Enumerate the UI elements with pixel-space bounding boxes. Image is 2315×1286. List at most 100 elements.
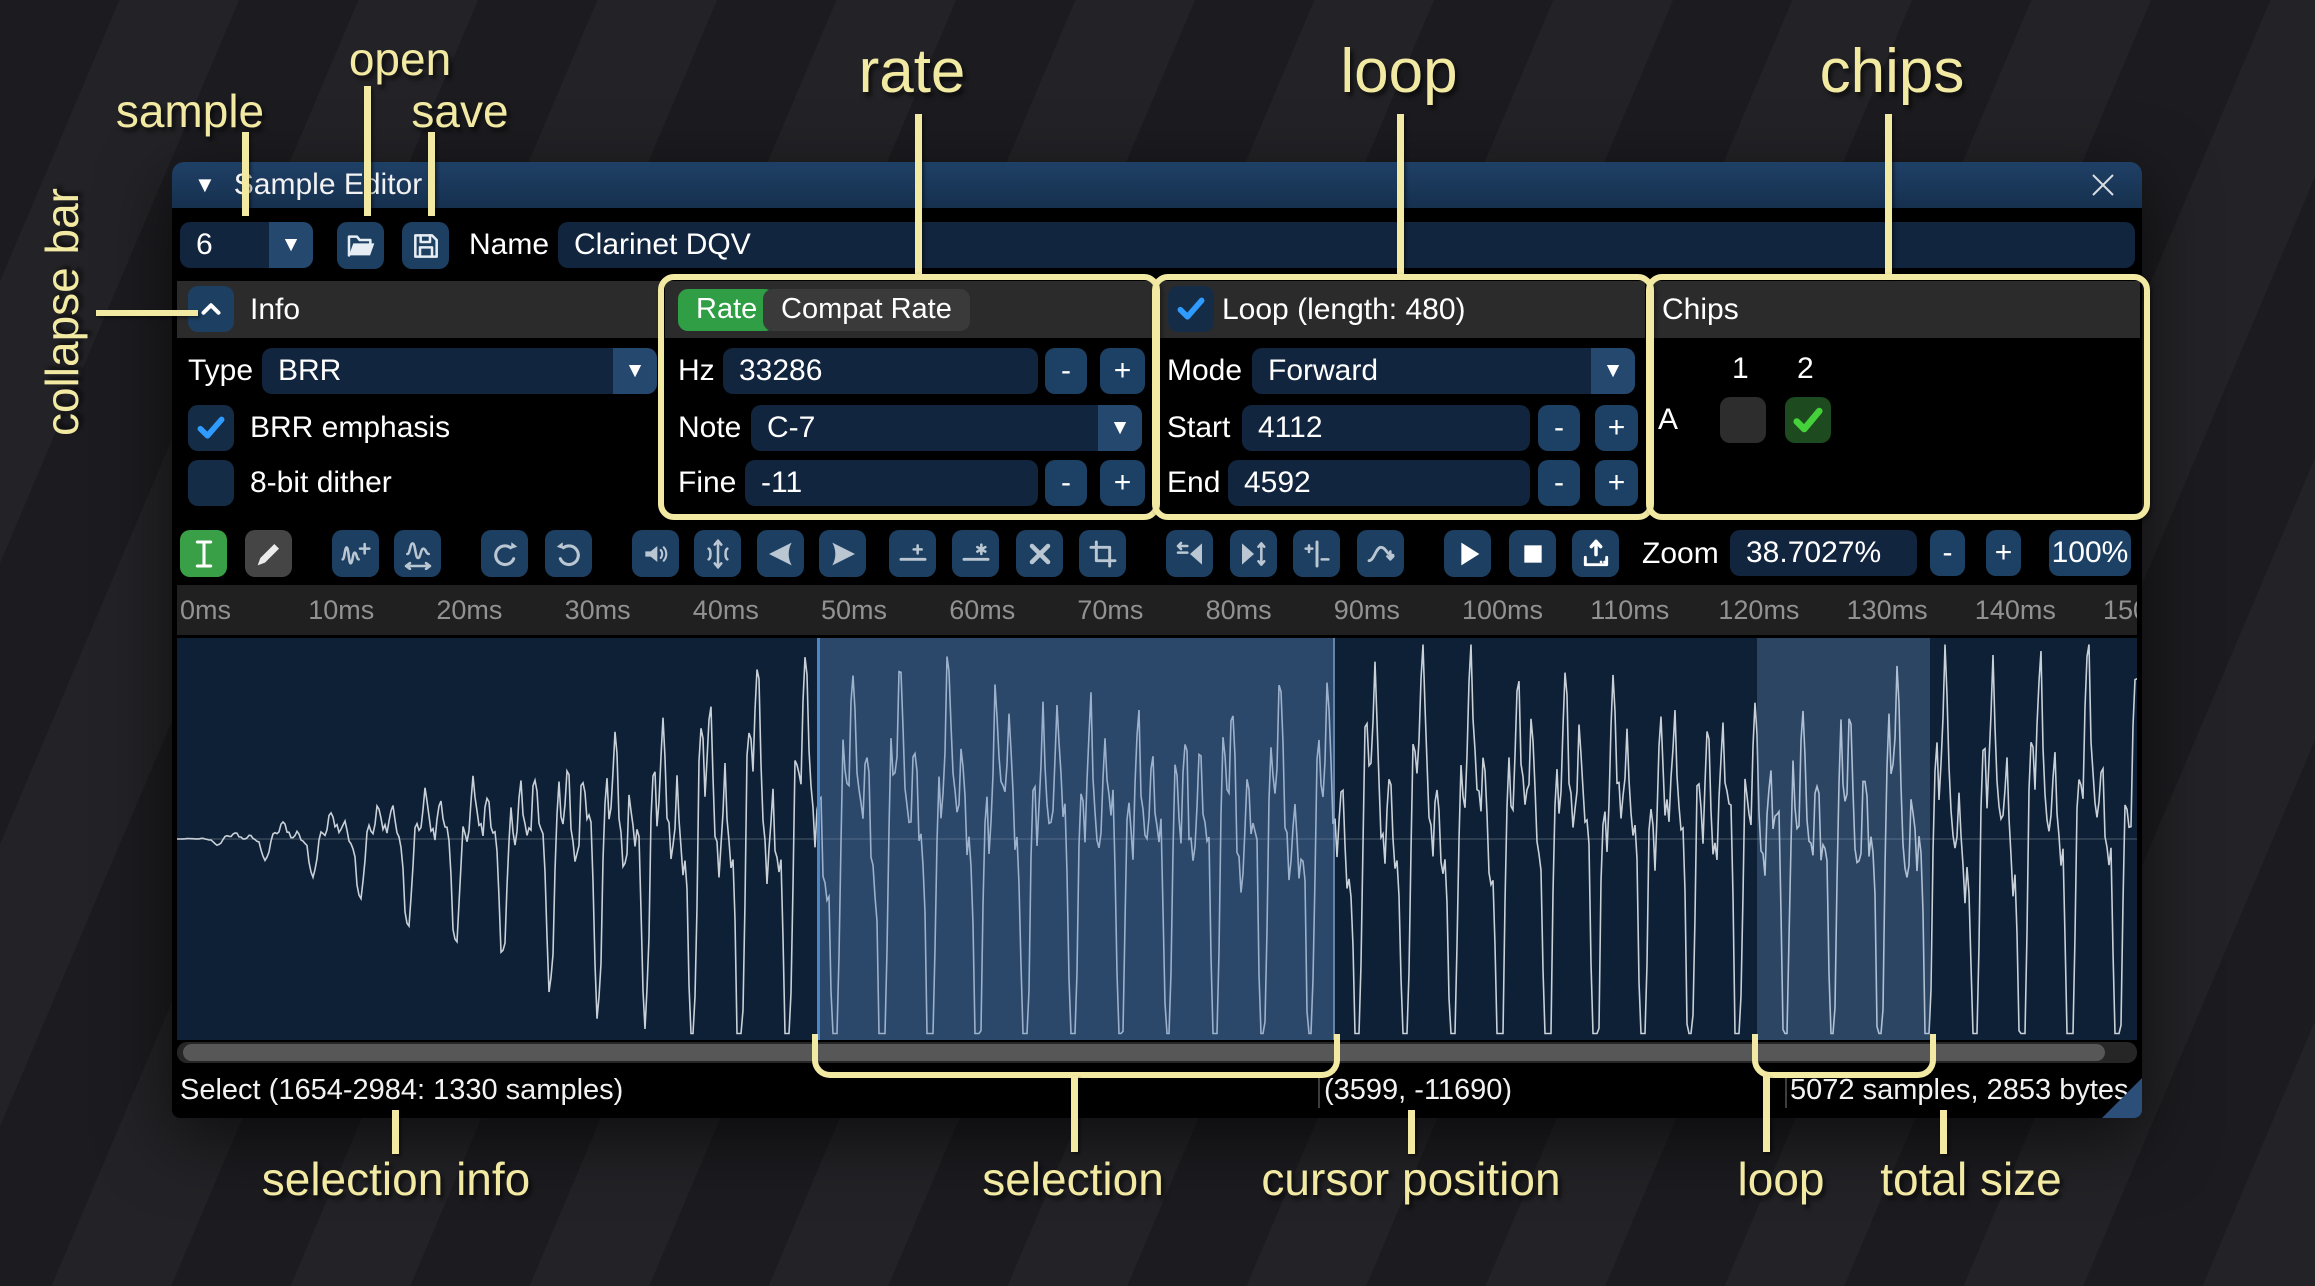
apply-silence-button[interactable] xyxy=(952,530,999,577)
timeline-tick-label: 110ms xyxy=(1590,595,1669,626)
line-plus-icon xyxy=(897,538,929,570)
waveform-display[interactable] xyxy=(177,638,2137,1040)
open-button[interactable] xyxy=(337,222,384,269)
draw-tool-button[interactable] xyxy=(245,530,292,577)
close-icon[interactable] xyxy=(2086,168,2120,202)
dither-checkbox[interactable] xyxy=(188,460,234,506)
collapse-bar-button[interactable] xyxy=(188,286,234,332)
timeline-tick-label: 20ms xyxy=(436,595,502,626)
chevron-down-icon: ▼ xyxy=(613,348,657,394)
dc-offset-button[interactable] xyxy=(1293,530,1340,577)
pencil-icon xyxy=(253,538,285,570)
trim-button[interactable] xyxy=(1079,530,1126,577)
stretch-wave-button[interactable] xyxy=(394,530,441,577)
wave-vertical-arrows-icon xyxy=(702,538,734,570)
screenshot-root: { "annotations": { "sample": "sample", "… xyxy=(0,0,2315,1286)
loop-region[interactable] xyxy=(1757,638,1930,1040)
delete-button[interactable] xyxy=(1016,530,1063,577)
annotation-line-open xyxy=(364,86,371,216)
chevron-down-icon: ▼ xyxy=(269,222,313,268)
fade-in-icon xyxy=(765,538,797,570)
window-collapse-icon[interactable]: ▼ xyxy=(194,172,216,198)
curve-arrow-icon xyxy=(1365,538,1397,570)
timeline-tick-label: 0ms xyxy=(180,595,231,626)
timeline-tick-label: 60ms xyxy=(949,595,1015,626)
insert-silence-button[interactable] xyxy=(889,530,936,577)
amplify-button[interactable] xyxy=(694,530,741,577)
annotation-line-loop xyxy=(1397,114,1404,276)
annotation-cursor-position: cursor position xyxy=(1261,1152,1560,1206)
name-input[interactable]: Clarinet DQV xyxy=(558,222,2135,268)
x-icon xyxy=(1024,538,1056,570)
wave-updown-icon xyxy=(1238,538,1270,570)
annotation-collapse-bar: collapse bar xyxy=(35,167,89,457)
annotation-line-sample xyxy=(242,132,249,216)
type-value: BRR xyxy=(262,348,657,394)
annotation-box-loop xyxy=(1152,274,1654,520)
floppy-disk-icon xyxy=(410,230,442,262)
save-button[interactable] xyxy=(402,222,449,269)
timeline-tick-label: 50ms xyxy=(821,595,887,626)
resample-button[interactable] xyxy=(1230,530,1277,577)
timeline-tick-label: 100ms xyxy=(1462,595,1543,626)
annotation-save: save xyxy=(411,84,508,138)
stop-icon xyxy=(1517,538,1549,570)
timeline-tick-label: 90ms xyxy=(1334,595,1400,626)
annotation-line-collapse-bar xyxy=(96,310,198,316)
check-icon xyxy=(194,411,228,445)
annotation-line-chips xyxy=(1885,114,1892,276)
annotation-selection: selection xyxy=(982,1152,1164,1206)
select-tool-button[interactable] xyxy=(180,530,227,577)
annotation-loop-bottom: loop xyxy=(1738,1152,1825,1206)
timeline-tick-label: 120ms xyxy=(1718,595,1799,626)
timeline-tick-label: 70ms xyxy=(1077,595,1143,626)
plus-minus-line-icon xyxy=(1301,538,1333,570)
zoom-value: 38.7027% xyxy=(1730,530,1917,576)
total-size-text: 5072 samples, 2853 bytes xyxy=(1790,1074,2129,1107)
zoom-reset-button[interactable]: 100% xyxy=(2049,530,2131,576)
undo-icon xyxy=(489,538,521,570)
line-asterisk-icon xyxy=(960,538,992,570)
timeline-ruler[interactable]: 0ms10ms20ms30ms40ms50ms60ms70ms80ms90ms1… xyxy=(177,585,2137,635)
insert-wave-button[interactable] xyxy=(332,530,379,577)
cursor-position-text: (3599, -11690) xyxy=(1324,1074,1512,1107)
export-button[interactable] xyxy=(1572,530,1619,577)
redo-icon xyxy=(553,538,585,570)
window-resize-handle[interactable] xyxy=(2102,1078,2142,1118)
undo-button[interactable] xyxy=(481,530,528,577)
type-select[interactable]: BRR ▼ xyxy=(262,348,657,394)
preview-button[interactable] xyxy=(632,530,679,577)
fade-out-icon xyxy=(827,538,859,570)
window-title: Sample Editor xyxy=(234,168,422,202)
stop-button[interactable] xyxy=(1509,530,1556,577)
annotation-bracket-loop xyxy=(1752,1034,1936,1078)
zoom-in-button[interactable]: + xyxy=(1986,530,2021,576)
selection-region[interactable] xyxy=(817,638,1335,1040)
zoom-input[interactable]: 38.7027% xyxy=(1730,530,1917,576)
wave-plus-icon xyxy=(340,538,372,570)
reverse-button[interactable] xyxy=(1166,530,1213,577)
filter-button[interactable] xyxy=(1357,530,1404,577)
brr-emphasis-checkbox[interactable] xyxy=(188,405,234,451)
play-button[interactable] xyxy=(1444,530,1491,577)
titlebar[interactable]: ▼ Sample Editor xyxy=(172,162,2142,208)
selection-info-text: Select (1654-2984: 1330 samples) xyxy=(180,1074,623,1107)
name-label: Name xyxy=(469,222,549,268)
timeline-tick-label: 130ms xyxy=(1847,595,1928,626)
redo-button[interactable] xyxy=(545,530,592,577)
speaker-icon xyxy=(640,538,672,570)
folder-open-icon xyxy=(345,230,377,262)
sample-number-select[interactable]: 6 ▼ xyxy=(180,222,313,268)
timeline-tick-label: 140ms xyxy=(1975,595,2056,626)
timeline-tick-label: 80ms xyxy=(1206,595,1272,626)
brr-emphasis-label: BRR emphasis xyxy=(250,405,450,451)
timeline-tick-label: 150ms xyxy=(2103,595,2137,626)
annotation-bracket-selection xyxy=(812,1034,1340,1078)
annotation-total-size: total size xyxy=(1880,1152,2062,1206)
timeline-tick-label: 30ms xyxy=(565,595,631,626)
zoom-out-button[interactable]: - xyxy=(1930,530,1965,576)
fade-in-button[interactable] xyxy=(757,530,804,577)
fade-out-button[interactable] xyxy=(819,530,866,577)
timeline-tick-label: 40ms xyxy=(693,595,759,626)
zoom-label: Zoom xyxy=(1642,530,1719,577)
